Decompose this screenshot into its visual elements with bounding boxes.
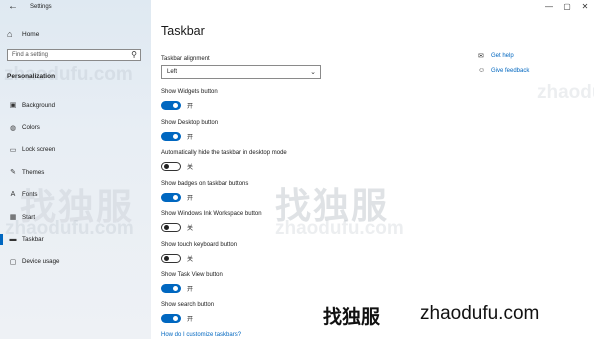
toggle-label: Show badges on taskbar buttons bbox=[161, 181, 249, 187]
title-bar: ← Settings bbox=[0, 0, 151, 16]
toggle-knob bbox=[173, 315, 178, 321]
get-help-link[interactable]: ✉ Get help bbox=[478, 52, 514, 60]
help-chat-icon: ✉ bbox=[478, 53, 484, 60]
search-icon: ⚲ bbox=[131, 50, 137, 59]
watermark-cn: 找独服 bbox=[323, 307, 381, 328]
toggle-knob bbox=[173, 194, 178, 200]
toggle-row: 关 bbox=[161, 222, 193, 232]
toggle-state-label: 关 bbox=[187, 225, 194, 232]
back-arrow-icon[interactable]: ← bbox=[8, 1, 18, 12]
feedback-icon: ☺ bbox=[478, 67, 486, 74]
home-icon: ⌂ bbox=[7, 29, 13, 39]
search-placeholder: Find a setting bbox=[12, 52, 49, 58]
toggle-row: 开 bbox=[161, 131, 193, 141]
image-icon: ▣ bbox=[9, 102, 17, 110]
watermark-url-short: zhaodufu bbox=[537, 82, 594, 103]
app-title: Settings bbox=[30, 4, 52, 10]
toggle-knob bbox=[164, 163, 169, 169]
sidebar: ← Settings ⌂ Home Find a setting ⚲ Perso… bbox=[0, 0, 151, 339]
font-icon: A bbox=[10, 191, 16, 199]
close-icon[interactable]: ✕ bbox=[576, 0, 594, 16]
give-feedback-link[interactable]: ☺ Give feedback bbox=[478, 67, 529, 74]
page-title: Taskbar bbox=[161, 24, 205, 38]
toggle-switch[interactable] bbox=[161, 313, 181, 323]
alignment-label: Taskbar alignment bbox=[161, 56, 210, 62]
alignment-value: Left bbox=[167, 69, 178, 75]
toggle-row: 关 bbox=[161, 161, 193, 171]
toggle-label: Show search button bbox=[161, 302, 215, 308]
lock-screen-icon: ▭ bbox=[9, 146, 17, 154]
toggle-state-label: 开 bbox=[187, 134, 194, 141]
toggle-label: Show Desktop button bbox=[161, 120, 219, 126]
toggle-row: 开 bbox=[161, 283, 193, 293]
sidebar-item-label: Device usage bbox=[22, 258, 60, 266]
toggle-state-label: 开 bbox=[187, 316, 194, 323]
search-input[interactable]: Find a setting ⚲ bbox=[7, 49, 141, 61]
alignment-dropdown[interactable]: Left ⌄ bbox=[161, 65, 321, 79]
help-link-label: Give feedback bbox=[491, 67, 530, 74]
minimize-icon[interactable]: — bbox=[540, 0, 558, 16]
toggle-knob bbox=[164, 224, 169, 230]
toggle-row: 开 bbox=[161, 100, 193, 110]
toggle-state-label: 开 bbox=[187, 103, 194, 110]
watermark-url: zhaodufu.com bbox=[420, 303, 540, 324]
toggle-switch[interactable] bbox=[161, 192, 181, 202]
toggle-switch[interactable] bbox=[161, 131, 181, 141]
chevron-down-icon: ⌄ bbox=[310, 69, 316, 76]
brush-icon: ✎ bbox=[10, 169, 16, 177]
sidebar-item-label: Colors bbox=[22, 124, 40, 132]
toggle-label: Show Widgets button bbox=[161, 89, 218, 95]
watermark-url: zhaodufu.com bbox=[275, 218, 404, 239]
toggle-label: Show Task View button bbox=[161, 272, 223, 278]
sidebar-item-background[interactable]: ▣ Background bbox=[0, 94, 151, 116]
toggle-state-label: 开 bbox=[187, 286, 194, 293]
sidebar-item-device-usage[interactable]: ▢ Device usage bbox=[0, 251, 151, 273]
customize-taskbar-link[interactable]: How do I customize taskbars? bbox=[161, 332, 241, 338]
toggle-knob bbox=[173, 102, 178, 108]
toggle-knob bbox=[164, 255, 169, 261]
toggle-state-label: 关 bbox=[187, 256, 194, 263]
sidebar-item-lock-screen[interactable]: ▭ Lock screen bbox=[0, 139, 151, 161]
toggle-row: 开 bbox=[161, 313, 193, 323]
device-icon: ▢ bbox=[9, 258, 17, 266]
palette-icon: ◍ bbox=[9, 124, 17, 132]
toggle-knob bbox=[173, 285, 178, 291]
toggle-label: Show touch keyboard button bbox=[161, 242, 238, 248]
toggle-knob bbox=[173, 133, 178, 139]
toggle-state-label: 开 bbox=[187, 195, 194, 202]
help-link-label: Get help bbox=[491, 53, 514, 59]
watermark-url: zhaodufu.com bbox=[5, 218, 134, 239]
maximize-icon[interactable]: ▢ bbox=[558, 0, 576, 16]
toggle-switch[interactable] bbox=[161, 161, 181, 171]
toggle-switch[interactable] bbox=[161, 283, 181, 293]
toggle-label: Automatically hide the taskbar in deskto… bbox=[161, 150, 287, 156]
sidebar-item-label: Themes bbox=[22, 168, 45, 176]
home-nav-item[interactable]: ⌂ Home bbox=[7, 28, 39, 40]
toggle-switch[interactable] bbox=[161, 253, 181, 263]
toggle-label: Show Windows Ink Workspace button bbox=[161, 211, 262, 217]
watermark-url: zhaodufu.com bbox=[4, 64, 133, 85]
sidebar-item-label: Background bbox=[22, 101, 56, 109]
toggle-switch[interactable] bbox=[161, 100, 181, 110]
window-controls: — ▢ ✕ bbox=[540, 0, 594, 16]
toggle-state-label: 关 bbox=[187, 164, 194, 171]
toggle-switch[interactable] bbox=[161, 222, 181, 232]
toggle-row: 开 bbox=[161, 192, 193, 202]
home-label: Home bbox=[22, 30, 40, 38]
toggle-row: 关 bbox=[161, 253, 193, 263]
sidebar-item-label: Lock screen bbox=[22, 146, 56, 154]
sidebar-item-colors[interactable]: ◍ Colors bbox=[0, 116, 151, 138]
